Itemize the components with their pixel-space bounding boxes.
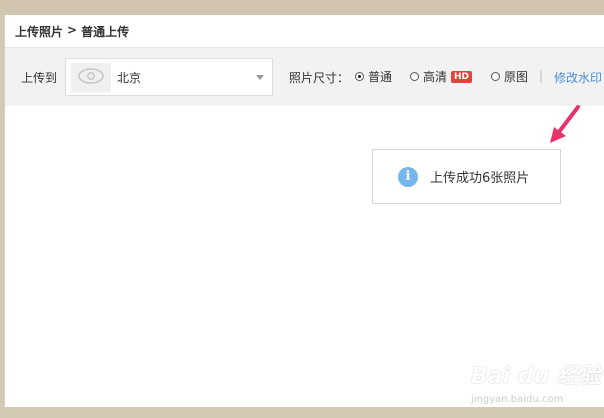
toolbar-divider: |: [539, 69, 544, 83]
radio-original[interactable]: [491, 72, 500, 81]
chevron-down-icon: [256, 75, 264, 80]
size-option-normal-label: 普通: [368, 70, 393, 84]
size-option-normal[interactable]: 普通: [355, 68, 392, 85]
toast-message: 上传成功6张照片: [430, 171, 530, 186]
radio-hd[interactable]: [410, 72, 419, 81]
breadcrumb-current: 普通上传: [81, 24, 130, 39]
photo-size-label: 照片尺寸：: [289, 71, 350, 85]
pointer-arrow-icon: [548, 105, 582, 149]
album-name: 北京: [117, 71, 142, 85]
album-thumbnail: [71, 63, 111, 92]
edit-watermark-link[interactable]: 修改水印: [554, 69, 602, 86]
breadcrumb: 上传照片 > 普通上传: [5, 23, 129, 40]
watermark-brand: Bai du 经验: [471, 364, 601, 389]
size-option-hd[interactable]: 高清 HD: [410, 68, 473, 85]
album-select[interactable]: 北京: [65, 58, 273, 96]
baidu-jingyan-watermark: Bai du 经验 jingyan.baidu.com: [471, 358, 601, 418]
size-option-original-label: 原图: [504, 70, 529, 84]
breadcrumb-separator: >: [67, 22, 78, 37]
upload-dialog: 上传照片 > 普通上传 上传到 北京 照片尺寸： 普通 高清 HD 原图 | 修…: [4, 15, 604, 407]
upload-toolbar: 上传到 北京 照片尺寸： 普通 高清 HD 原图 | 修改水印: [5, 48, 604, 106]
watermark-url: jingyan.baidu.com: [471, 394, 564, 405]
info-icon: i: [398, 166, 418, 187]
hd-badge: HD: [451, 70, 473, 83]
radio-normal[interactable]: [355, 72, 364, 81]
size-option-hd-label: 高清: [423, 70, 448, 84]
size-option-original[interactable]: 原图: [491, 68, 528, 85]
upload-to-label: 上传到: [21, 71, 58, 85]
upload-success-toast: i 上传成功6张照片: [372, 149, 561, 204]
breadcrumb-root[interactable]: 上传照片: [15, 23, 63, 40]
window-top-strip: [0, 0, 604, 15]
title-bar: 上传照片 > 普通上传: [5, 15, 604, 48]
eye-icon: [78, 67, 104, 88]
